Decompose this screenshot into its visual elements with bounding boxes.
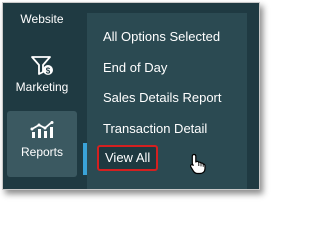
active-indicator	[83, 143, 87, 175]
sidebar: Website $ Marketing Reports	[3, 3, 83, 189]
svg-text:$: $	[46, 67, 51, 76]
menu-item-sales-details-report[interactable]: Sales Details Report	[103, 90, 222, 105]
navigation-panel: Website $ Marketing Reports All Options …	[2, 2, 260, 190]
sidebar-item-marketing[interactable]: $ Marketing	[7, 55, 77, 94]
sidebar-item-reports[interactable]: Reports	[7, 111, 77, 177]
menu-item-end-of-day[interactable]: End of Day	[103, 60, 167, 75]
menu-item-view-all[interactable]: View All	[97, 145, 159, 171]
menu-item-transaction-detail[interactable]: Transaction Detail	[103, 121, 207, 136]
reports-submenu: All Options Selected End of Day Sales De…	[83, 13, 247, 189]
menu-item-all-options-selected[interactable]: All Options Selected	[103, 29, 220, 44]
sidebar-item-label: Website	[20, 12, 64, 26]
sidebar-item-website[interactable]: Website	[7, 12, 77, 26]
sidebar-item-label: Marketing	[15, 80, 69, 94]
hand-pointer-cursor-icon	[189, 153, 206, 175]
marketing-funnel-dollar-icon: $	[31, 56, 53, 76]
reports-chart-icon	[30, 121, 54, 138]
sidebar-item-label: Reports	[20, 145, 64, 159]
